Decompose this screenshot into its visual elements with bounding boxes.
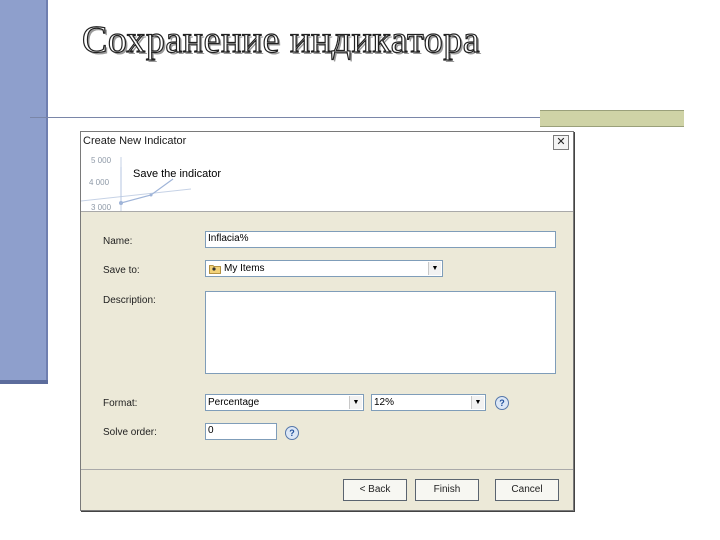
footer-divider bbox=[81, 469, 573, 470]
format-value: Percentage bbox=[208, 397, 260, 408]
dialog-header-banner: 5 000 4 000 3 000 Save the indicator bbox=[81, 151, 573, 212]
solve-order-label: Solve order: bbox=[103, 427, 157, 438]
name-input[interactable]: Inflacia% bbox=[205, 231, 556, 248]
chevron-down-icon[interactable]: ▼ bbox=[471, 396, 484, 409]
format-select[interactable]: Percentage ▼ bbox=[205, 394, 364, 411]
slide-title: Сохранение индикатора bbox=[81, 18, 481, 61]
save-to-value: My Items bbox=[224, 263, 265, 274]
banner-tick-label: 5 000 bbox=[91, 156, 112, 165]
description-textarea[interactable] bbox=[205, 291, 556, 374]
description-label: Description: bbox=[103, 295, 156, 306]
dialog-title: Create New Indicator bbox=[83, 135, 187, 147]
dialog-titlebar: Create New Indicator ✕ bbox=[81, 132, 573, 151]
slide-left-bar bbox=[0, 0, 48, 384]
format-help-icon[interactable]: ? bbox=[495, 396, 509, 410]
header-text: Save the indicator bbox=[133, 168, 222, 180]
banner-tick-label: 4 000 bbox=[89, 178, 110, 187]
banner-tick-label: 3 000 bbox=[91, 203, 112, 211]
chart-illustration-icon: 5 000 4 000 3 000 bbox=[81, 156, 191, 211]
back-button[interactable]: < Back bbox=[343, 479, 407, 501]
save-to-select[interactable]: My Items ▼ bbox=[205, 260, 443, 277]
create-indicator-dialog: Create New Indicator ✕ 5 000 4 000 3 000… bbox=[80, 131, 574, 511]
cancel-button[interactable]: Cancel bbox=[495, 479, 559, 501]
solve-order-input[interactable]: 0 bbox=[205, 423, 277, 440]
slide-accent-band bbox=[540, 110, 684, 127]
slide-left-bar-shadow bbox=[0, 380, 48, 384]
solve-order-help-icon[interactable]: ? bbox=[285, 426, 299, 440]
format-precision-value: 12% bbox=[374, 397, 395, 408]
save-to-label: Save to: bbox=[103, 265, 140, 276]
name-label: Name: bbox=[103, 236, 133, 247]
chevron-down-icon[interactable]: ▼ bbox=[428, 262, 441, 275]
finish-button[interactable]: Finish bbox=[415, 479, 479, 501]
format-precision-select[interactable]: 12% ▼ bbox=[371, 394, 486, 411]
folder-icon bbox=[209, 265, 221, 274]
close-icon: ✕ bbox=[556, 136, 566, 148]
format-label: Format: bbox=[103, 398, 138, 409]
close-button[interactable]: ✕ bbox=[553, 135, 569, 150]
chevron-down-icon[interactable]: ▼ bbox=[349, 396, 362, 409]
